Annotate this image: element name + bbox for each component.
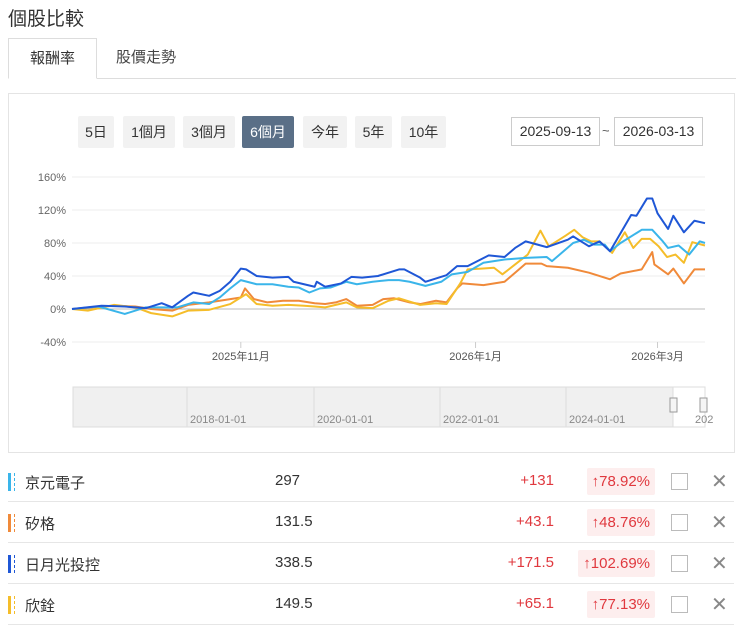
y-tick-label: -40% [40,337,66,349]
series-color-marker [8,555,11,573]
stock-return-pct: 78.92% [599,473,650,490]
stock-name[interactable]: 矽格 [25,513,55,534]
x-tick-label: 2025年11月 [212,349,270,363]
stock-change: +171.5 [507,554,554,571]
series-color-marker [8,514,11,532]
y-tick-label: 160% [38,172,66,184]
y-tick-label: 80% [44,238,66,250]
remove-stock-close-icon[interactable]: ✕ [711,510,728,535]
stock-return-pct: 102.69% [590,555,650,572]
stock-checkbox[interactable] [671,514,688,531]
stock-row: 京元電子 297 +131 ↑78.92% ✕ [8,461,734,502]
series-line-1 [71,251,705,312]
stock-name[interactable]: 京元電子 [25,472,85,493]
stock-price: 131.5 [275,513,313,530]
stock-price: 149.5 [275,595,313,612]
navigator-label: 2022-01-01 [443,414,499,426]
stock-change: +131 [520,472,554,489]
stock-return-badge: ↑77.13% [586,591,655,618]
x-tick-label: 2026年3月 [631,349,684,363]
series-dash-marker [14,514,15,532]
stock-return-badge: ↑102.69% [578,550,655,577]
stock-return-badge: ↑48.76% [586,509,655,536]
series-dash-marker [14,555,15,573]
stock-row: 欣銓 149.5 +65.1 ↑77.13% ✕ [8,584,734,625]
y-tick-label: 0% [50,304,66,316]
arrow-up-icon: ↑ [591,596,600,613]
return-chart: -40% 0% 40% 80% 120% 160% 2025年11月 2026年1月 2026年… [38,172,713,428]
y-tick-label: 40% [44,271,66,283]
navigator[interactable]: 2018-01-01 2020-01-01 2022-01-01 2024-01… [72,386,713,428]
stock-checkbox[interactable] [671,596,688,613]
navigator-right-handle[interactable] [699,397,708,413]
stock-name[interactable]: 欣銓 [25,595,55,616]
remove-stock-close-icon[interactable]: ✕ [711,592,728,617]
navigator-label: 2020-01-01 [317,414,373,426]
series-color-marker [8,473,11,491]
x-tick-label: 2026年1月 [449,349,502,363]
remove-stock-close-icon[interactable]: ✕ [711,551,728,576]
series-dash-marker [14,596,15,614]
stock-name[interactable]: 日月光投控 [25,554,100,575]
stock-change: +65.1 [516,595,554,612]
stock-checkbox[interactable] [671,473,688,490]
series-color-marker [8,596,11,614]
stock-change: +43.1 [516,513,554,530]
remove-stock-close-icon[interactable]: ✕ [711,469,728,494]
stock-row: 日月光投控 338.5 +171.5 ↑102.69% ✕ [8,543,734,584]
navigator-label: 2024-01-01 [569,414,625,426]
stock-return-pct: 77.13% [599,596,650,613]
stock-row: 矽格 131.5 +43.1 ↑48.76% ✕ [8,502,734,543]
stock-return-badge: ↑78.92% [586,468,655,495]
arrow-up-icon: ↑ [583,555,591,572]
navigator-label: 2018-01-01 [190,414,246,426]
stock-checkbox[interactable] [671,555,688,572]
navigator-label: 202 [695,414,713,426]
arrow-up-icon: ↑ [591,514,600,531]
series-dash-marker [14,473,15,491]
y-tick-label: 120% [38,205,66,217]
stock-price: 297 [275,472,301,489]
series-line-2 [71,197,706,310]
navigator-left-handle[interactable] [669,397,678,413]
stock-return-pct: 48.76% [599,514,650,531]
arrow-up-icon: ↑ [591,473,600,490]
stock-price: 338.5 [275,554,313,571]
